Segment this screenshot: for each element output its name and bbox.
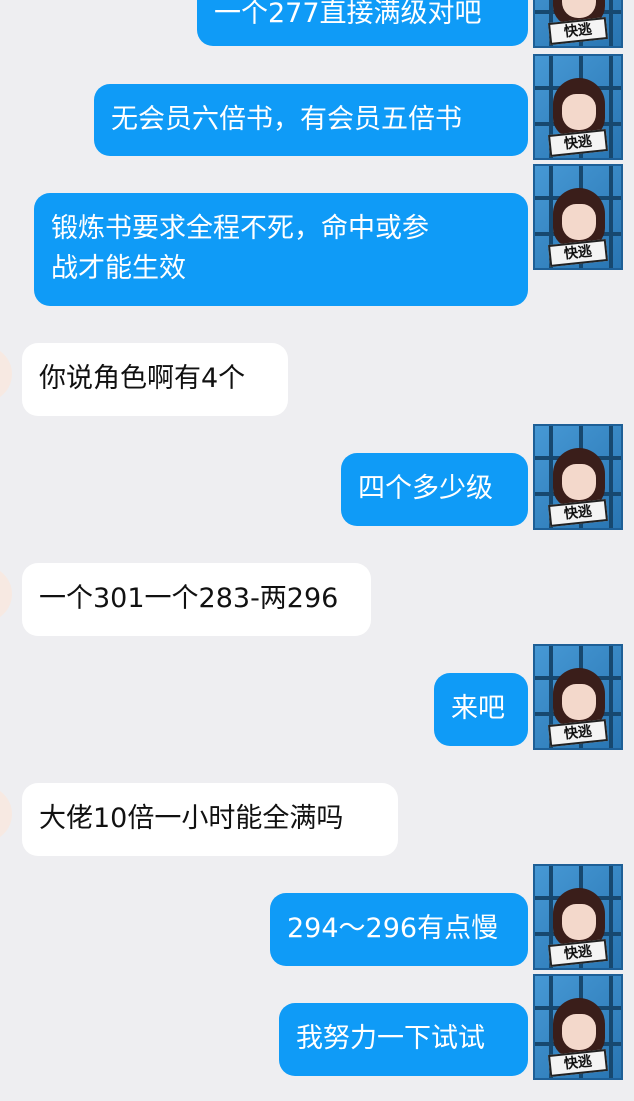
message-bubble-incoming[interactable]: 你说角色啊有4个 bbox=[22, 343, 288, 416]
self-avatar-icon[interactable]: 快逃 bbox=[533, 424, 623, 530]
message-bubble-incoming[interactable]: 大佬10倍一小时能全满吗 bbox=[22, 783, 398, 856]
self-avatar-icon[interactable]: 快逃 bbox=[533, 164, 623, 270]
self-avatar-icon[interactable]: 快逃 bbox=[533, 0, 623, 48]
message-text-line: 战才能生效 bbox=[51, 253, 186, 284]
message-text-line: 锻炼书要求全程不死，命中或参 bbox=[51, 213, 429, 244]
message-bubble-incoming[interactable]: 一个301一个283-两296 bbox=[22, 563, 371, 636]
message-text: 我努力一下试试 bbox=[296, 1023, 485, 1054]
self-avatar-icon[interactable]: 快逃 bbox=[533, 644, 623, 750]
message-text: 来吧 bbox=[451, 693, 505, 724]
peer-avatar-icon[interactable] bbox=[0, 566, 12, 622]
message-text: 无会员六倍书，有会员五倍书 bbox=[111, 104, 462, 135]
message-bubble-outgoing[interactable]: 来吧 bbox=[434, 673, 528, 746]
message-bubble-outgoing[interactable]: 我努力一下试试 bbox=[279, 1003, 528, 1076]
self-avatar-icon[interactable]: 快逃 bbox=[533, 54, 623, 160]
chat-message-list[interactable]: 一个277直接满级对吧 快逃 无会员六倍书，有会员五倍书 快逃 锻炼书要求全程不… bbox=[0, 0, 634, 1101]
message-text: 294～296有点慢 bbox=[287, 913, 499, 944]
message-bubble-outgoing[interactable]: 锻炼书要求全程不死，命中或参 战才能生效 bbox=[34, 193, 528, 306]
self-avatar-icon[interactable]: 快逃 bbox=[533, 974, 623, 1080]
message-bubble-outgoing[interactable]: 无会员六倍书，有会员五倍书 bbox=[94, 84, 528, 156]
peer-avatar-icon[interactable] bbox=[0, 786, 12, 842]
peer-avatar-icon[interactable] bbox=[0, 346, 12, 402]
message-text: 大佬10倍一小时能全满吗 bbox=[39, 803, 344, 834]
message-bubble-outgoing[interactable]: 四个多少级 bbox=[341, 453, 528, 526]
message-text: 你说角色啊有4个 bbox=[39, 363, 246, 394]
message-bubble-outgoing[interactable]: 294～296有点慢 bbox=[270, 893, 528, 966]
message-bubble-outgoing[interactable]: 一个277直接满级对吧 bbox=[197, 0, 528, 46]
message-text: 一个301一个283-两296 bbox=[39, 583, 339, 614]
message-text: 一个277直接满级对吧 bbox=[214, 0, 482, 29]
message-text: 四个多少级 bbox=[358, 473, 493, 504]
self-avatar-icon[interactable]: 快逃 bbox=[533, 864, 623, 970]
